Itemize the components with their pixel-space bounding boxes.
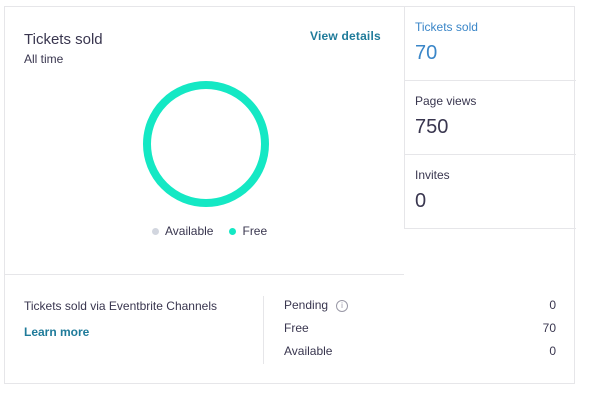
breakdown-label: Available <box>284 344 333 358</box>
breakdown-value: 0 <box>549 298 556 312</box>
tickets-donut-chart <box>143 81 269 207</box>
channels-section: Tickets sold via Eventbrite Channels Lea… <box>24 299 217 339</box>
breakdown-row-free: Free 70 <box>284 321 556 344</box>
breakdown-label: Pending i <box>284 298 349 312</box>
section-divider <box>4 274 404 275</box>
chart-legend: Available Free <box>152 224 267 238</box>
ticket-breakdown: Pending i 0 Free 70 Available 0 <box>284 298 556 367</box>
legend-label-available: Available <box>165 224 214 238</box>
legend-label-free: Free <box>242 224 268 238</box>
breakdown-value: 0 <box>549 344 556 358</box>
stat-page-views[interactable]: Page views 750 <box>404 80 576 155</box>
stat-value: 70 <box>415 42 438 64</box>
breakdown-value: 70 <box>542 321 556 335</box>
stat-label: Page views <box>415 94 477 108</box>
tickets-sold-panel: Tickets sold All time View details Avail… <box>4 6 404 274</box>
breakdown-label-text: Pending <box>284 298 329 312</box>
stat-tickets-sold[interactable]: Tickets sold 70 <box>404 6 576 81</box>
learn-more-link[interactable]: Learn more <box>24 325 217 339</box>
stat-label: Invites <box>415 168 450 182</box>
view-details-link[interactable]: View details <box>310 29 381 43</box>
legend-item-available: Available <box>152 224 213 238</box>
channels-text: Tickets sold via Eventbrite Channels <box>24 299 217 313</box>
legend-dot-available <box>152 227 159 235</box>
breakdown-row-pending: Pending i 0 <box>284 298 556 321</box>
breakdown-row-available: Available 0 <box>284 344 556 367</box>
stat-value: 750 <box>415 116 449 138</box>
legend-dot-free <box>229 227 237 235</box>
panel-subtitle: All time <box>24 52 64 66</box>
stat-invites[interactable]: Invites 0 <box>404 154 576 229</box>
stat-value: 0 <box>415 190 427 212</box>
panel-title: Tickets sold <box>24 31 103 48</box>
breakdown-label: Free <box>284 321 309 335</box>
donut-slice-free <box>143 81 269 207</box>
legend-item-free: Free <box>229 224 267 238</box>
stat-label: Tickets sold <box>415 20 478 34</box>
vertical-divider <box>263 296 264 364</box>
info-icon[interactable]: i <box>336 299 349 312</box>
